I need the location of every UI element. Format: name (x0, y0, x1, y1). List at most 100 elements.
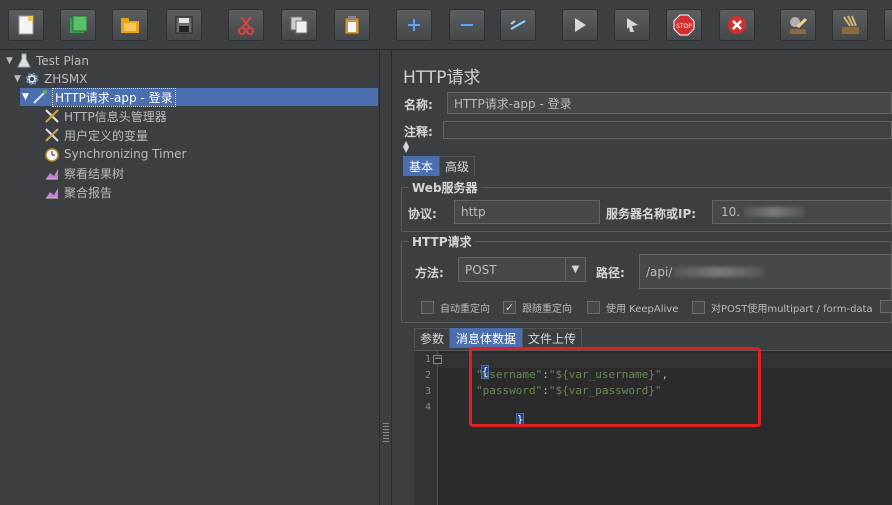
wrench-icon (44, 108, 60, 124)
server-field[interactable]: 10. (712, 200, 892, 224)
checkbox-label: 自动重定向 (440, 304, 490, 315)
comment-field[interactable] (443, 121, 892, 139)
tab-file-upload[interactable]: 文件上传 (522, 328, 583, 348)
server-value: 10. (721, 205, 741, 219)
tree-item-label: 用户定义的变量 (64, 128, 149, 143)
tree-item-label: HTTP请求-app - 登录 (52, 87, 176, 107)
tree-item-user-variables[interactable]: 用户定义的变量 (44, 126, 148, 144)
chart-icon (44, 184, 60, 200)
paste-icon[interactable] (334, 9, 370, 41)
line-number: 4 (424, 402, 431, 413)
blurred-text (744, 207, 805, 217)
tree-item-label: Synchronizing Timer (64, 147, 187, 161)
timer-icon (44, 146, 60, 162)
collapse-icon[interactable] (449, 9, 485, 41)
checkbox-box[interactable] (421, 301, 434, 314)
tree-item-thread-group[interactable]: ▼ ZHSMX (14, 70, 87, 88)
flask-icon (16, 53, 32, 69)
path-field[interactable]: /api/ (639, 254, 892, 289)
path-label: 路径: (596, 266, 625, 280)
line-number: 1 (424, 354, 431, 365)
http-request-panel: HTTP请求 名称: HTTP请求-app - 登录 注释: ▲ ▼ 基本 高级 … (393, 50, 892, 505)
checkbox-label: 使用 KeepAlive (606, 304, 679, 315)
expand-arrow-icon[interactable]: ▼ (14, 74, 24, 84)
new-icon[interactable] (8, 9, 44, 41)
start-no-pause-icon[interactable] (614, 9, 650, 41)
name-label: 名称: (404, 98, 433, 112)
tree-item-sync-timer[interactable]: Synchronizing Timer (44, 145, 186, 163)
method-select[interactable]: POST ▼ (458, 257, 586, 282)
clear-all-icon[interactable] (832, 9, 868, 41)
gear-icon (24, 71, 40, 87)
cut-icon[interactable] (228, 9, 264, 41)
collapse-arrows-icon[interactable]: ▲ ▼ (403, 140, 409, 154)
name-field[interactable]: HTTP请求-app - 登录 (447, 92, 892, 114)
keepalive-checkbox[interactable]: 使用 KeepAlive (587, 300, 678, 315)
pipette-icon (32, 89, 48, 105)
tab-advanced[interactable]: 高级 (439, 156, 476, 176)
multipart-checkbox[interactable]: 对POST使用multipart / form-data (692, 300, 873, 315)
start-icon[interactable] (562, 9, 598, 41)
line-number-gutter: 1 2 3 4 − (414, 351, 442, 505)
toggle-icon[interactable] (500, 9, 536, 41)
method-label: 方法: (415, 266, 444, 280)
tab-parameters[interactable]: 参数 (414, 328, 451, 348)
checkbox-box[interactable] (692, 301, 705, 314)
line-number: 3 (424, 386, 431, 397)
svg-text:STOP: STOP (676, 23, 692, 30)
copy-icon[interactable] (281, 9, 317, 41)
open-icon[interactable] (112, 9, 148, 41)
protocol-value: http (461, 205, 486, 219)
templates-icon[interactable] (60, 9, 96, 41)
shutdown-icon[interactable] (719, 9, 755, 41)
page-title: HTTP请求 (403, 68, 481, 88)
wrench-icon (44, 127, 60, 143)
highlight-annotation-box (469, 347, 761, 427)
server-label: 服务器名称或IP: (606, 207, 697, 221)
blurred-text (674, 266, 765, 277)
http-request-title: HTTP请求 (409, 233, 475, 250)
tree-item-header-manager[interactable]: HTTP信息头管理器 (44, 107, 167, 125)
tree-item-label: 察看结果树 (64, 166, 125, 181)
extra-checkbox[interactable] (880, 300, 892, 313)
tree-item-http-request[interactable]: ▼ HTTP请求-app - 登录 (22, 87, 180, 107)
test-plan-tree: ▼ Test Plan ▼ ZHSMX ▼ HTTP请求-app - 登录 HT… (0, 50, 380, 505)
checkbox-label: 跟随重定向 (522, 304, 572, 315)
more-toolbar-icon[interactable] (884, 9, 892, 41)
protocol-field[interactable]: http (454, 200, 600, 224)
clear-icon[interactable] (780, 9, 816, 41)
chart-icon (44, 165, 60, 181)
expand-arrow-icon[interactable]: ▼ (6, 56, 16, 66)
method-value: POST (465, 262, 497, 277)
web-server-title: Web服务器 (409, 179, 481, 196)
line-number: 2 (424, 370, 431, 381)
tree-item-aggregate-report[interactable]: 聚合报告 (44, 183, 112, 201)
body-tabs: 参数 消息体数据 文件上传 (414, 328, 583, 348)
checkbox-box[interactable] (587, 301, 600, 314)
tree-item-view-results-tree[interactable]: 察看结果树 (44, 164, 124, 182)
path-value: /api/ (646, 264, 673, 279)
tree-item-label: 聚合报告 (64, 185, 113, 200)
tree-item-label: HTTP信息头管理器 (64, 109, 167, 124)
toolbar: STOP (0, 0, 892, 50)
tree-item-label: ZHSMX (44, 72, 88, 86)
expand-icon[interactable] (396, 9, 432, 41)
comment-label: 注释: (404, 125, 433, 139)
checkmark-icon[interactable]: ✓ (503, 301, 516, 314)
save-icon[interactable] (166, 9, 202, 41)
expand-arrow-icon[interactable]: ▼ (22, 92, 32, 102)
chevron-down-icon[interactable]: ▼ (565, 258, 585, 281)
name-value: HTTP请求-app - 登录 (454, 96, 572, 111)
checkbox-box[interactable] (880, 300, 892, 313)
checkbox-label: 对POST使用multipart / form-data (711, 304, 873, 315)
auto-redirect-checkbox[interactable]: 自动重定向 (421, 300, 490, 315)
protocol-label: 协议: (408, 207, 437, 221)
stop-icon[interactable]: STOP (666, 9, 702, 41)
tree-item-test-plan[interactable]: ▼ Test Plan (6, 52, 89, 70)
config-tabs: 基本 高级 (403, 156, 476, 176)
tab-body-data[interactable]: 消息体数据 (450, 328, 523, 348)
follow-redirect-checkbox[interactable]: ✓ 跟随重定向 (503, 300, 572, 315)
tab-basic[interactable]: 基本 (403, 156, 440, 176)
tree-item-label: Test Plan (36, 54, 89, 68)
splitter-grip[interactable] (383, 423, 389, 443)
